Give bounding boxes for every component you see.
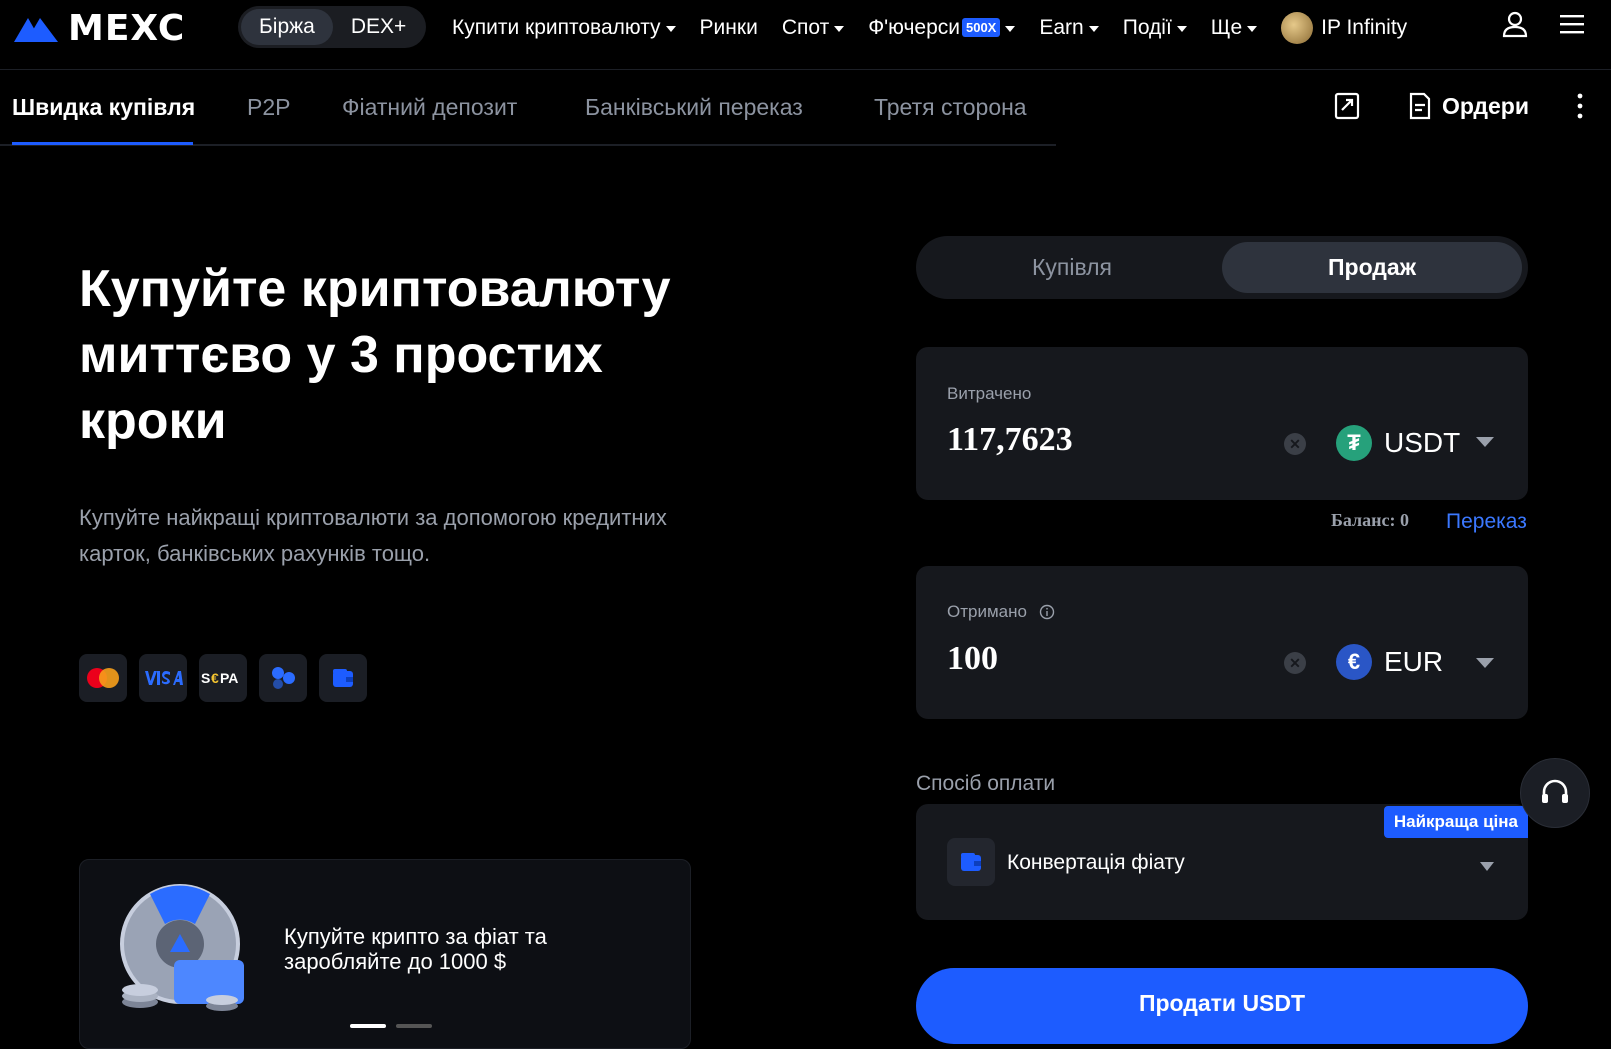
chevron-down-icon bbox=[665, 25, 676, 32]
svg-text:S: S bbox=[201, 670, 210, 686]
nav-ip-infinity[interactable]: IP Infinity bbox=[1281, 11, 1408, 44]
nav-markets[interactable]: Ринки bbox=[700, 16, 758, 40]
chevron-down-icon bbox=[1480, 862, 1494, 871]
received-card: Отримано 100 ✕ € EUR bbox=[916, 566, 1528, 719]
sell-tab[interactable]: Продаж bbox=[1222, 242, 1522, 293]
spent-card: Витрачено 117,7623 ✕ ₮ USDT bbox=[916, 347, 1528, 500]
received-label: Отримано bbox=[947, 602, 1027, 621]
carousel-dot[interactable] bbox=[396, 1024, 432, 1028]
carousel-dot[interactable] bbox=[350, 1024, 386, 1028]
page-title: Купуйте криптовалюту миттєво у 3 простих… bbox=[79, 260, 671, 450]
balance-text: Баланс: 0 bbox=[1331, 510, 1410, 530]
support-chat-button[interactable] bbox=[1520, 758, 1590, 828]
buy-tab[interactable]: Купівля bbox=[922, 242, 1222, 293]
chevron-down-icon bbox=[1005, 25, 1016, 32]
nav-earn-label: Earn bbox=[1039, 15, 1084, 39]
best-price-badge: Найкраща ціна bbox=[1383, 806, 1528, 838]
nav-more[interactable]: Ще bbox=[1210, 15, 1258, 40]
apple-pay-icon bbox=[259, 654, 307, 702]
spent-currency-label: USDT bbox=[1384, 427, 1461, 458]
received-currency-label: EUR bbox=[1384, 646, 1444, 677]
sell-usdt-button[interactable]: Продати USDT bbox=[916, 968, 1528, 1044]
ip-infinity-icon bbox=[1281, 11, 1314, 44]
more-options-icon[interactable] bbox=[1577, 92, 1583, 120]
subbar-actions: Ордери bbox=[1334, 92, 1583, 120]
received-currency-select[interactable]: € EUR bbox=[1336, 644, 1443, 680]
promo-text: Купуйте крипто за фіат та заробляйте до … bbox=[284, 924, 547, 974]
clear-spent-button[interactable]: ✕ bbox=[1284, 433, 1306, 455]
buy-method-tabs: Швидка купівля P2P Фіатний депозит Банкі… bbox=[0, 70, 1056, 146]
promo-banner[interactable]: Купуйте крипто за фіат та заробляйте до … bbox=[79, 859, 691, 1049]
received-label-row: Отримано bbox=[947, 602, 1055, 622]
nav-futures-label: Ф'ючерси bbox=[868, 15, 960, 39]
orders-label: Ордери bbox=[1442, 92, 1529, 119]
main-nav: Купити криптовалюту Ринки Спот Ф'ючерси 5… bbox=[452, 0, 1431, 55]
orders-icon bbox=[1409, 92, 1431, 120]
top-navigation-bar: MEXC Біржа DEX+ Купити криптовалюту Ринк… bbox=[0, 0, 1611, 70]
visa-icon bbox=[139, 654, 187, 702]
svg-text:€: € bbox=[211, 670, 219, 686]
orders-button[interactable]: Ордери bbox=[1408, 92, 1529, 120]
tab-bank-transfer[interactable]: Банківський переказ bbox=[585, 94, 803, 121]
info-icon[interactable] bbox=[1039, 604, 1055, 620]
nav-spot-label: Спот bbox=[781, 15, 830, 39]
mexc-logo-icon bbox=[14, 17, 58, 42]
exchange-option[interactable]: Біржа bbox=[241, 9, 333, 45]
active-tab-indicator bbox=[12, 142, 193, 145]
payment-method-value: Конвертація фіату bbox=[1007, 851, 1185, 874]
payment-methods-icons: S € PA bbox=[79, 654, 367, 702]
nav-ip-infinity-label: IP Infinity bbox=[1321, 15, 1408, 39]
chevron-down-icon[interactable] bbox=[1476, 437, 1494, 447]
exchange-dex-switcher: Біржа DEX+ bbox=[238, 6, 426, 48]
tab-third-party[interactable]: Третя сторона bbox=[874, 94, 1027, 121]
wallet-icon bbox=[319, 654, 367, 702]
usdt-icon: ₮ bbox=[1336, 425, 1372, 461]
transfer-link[interactable]: Переказ bbox=[1446, 510, 1527, 534]
nav-more-label: Ще bbox=[1210, 15, 1243, 39]
mastercard-icon bbox=[79, 654, 127, 702]
carousel-dots bbox=[350, 1024, 432, 1028]
received-amount-input[interactable]: 100 bbox=[947, 640, 998, 678]
headset-icon bbox=[1542, 779, 1568, 803]
nav-buy-crypto[interactable]: Купити криптовалюту bbox=[452, 16, 676, 40]
spent-amount-input[interactable]: 117,7623 bbox=[947, 421, 1073, 459]
menu-icon[interactable] bbox=[1559, 13, 1585, 35]
clear-received-button[interactable]: ✕ bbox=[1284, 652, 1306, 674]
sepa-icon: S € PA bbox=[199, 654, 247, 702]
tab-fiat-deposit[interactable]: Фіатний депозит bbox=[342, 94, 517, 121]
spent-currency-select[interactable]: ₮ USDT bbox=[1336, 425, 1460, 461]
euro-icon: € bbox=[1336, 644, 1372, 680]
nav-spot[interactable]: Спот bbox=[781, 15, 845, 40]
promo-wheel-icon bbox=[120, 884, 244, 1011]
chevron-down-icon bbox=[1088, 25, 1099, 32]
spent-label: Витрачено bbox=[947, 384, 1032, 403]
tab-p2p[interactable]: P2P bbox=[247, 94, 290, 121]
nav-events[interactable]: Події bbox=[1123, 16, 1187, 40]
top-right-actions bbox=[1501, 10, 1585, 38]
svg-text:PA: PA bbox=[220, 670, 238, 686]
futures-leverage-badge: 500X bbox=[961, 18, 1001, 37]
nav-buy-crypto-label: Купити криптовалюту bbox=[452, 15, 661, 39]
tutorial-icon[interactable] bbox=[1334, 92, 1360, 120]
mexc-logo[interactable]: MEXC bbox=[12, 8, 185, 49]
brand-name: MEXC bbox=[68, 8, 186, 49]
wallet-icon bbox=[947, 838, 995, 886]
chevron-down-icon bbox=[1247, 25, 1258, 32]
chevron-down-icon[interactable] bbox=[1476, 658, 1494, 668]
nav-markets-label: Ринки bbox=[699, 15, 758, 39]
tab-quick-buy[interactable]: Швидка купівля bbox=[12, 94, 195, 121]
nav-futures[interactable]: Ф'ючерси 500X bbox=[868, 15, 1016, 40]
chevron-down-icon bbox=[834, 25, 845, 32]
nav-events-label: Події bbox=[1122, 15, 1172, 39]
chevron-down-icon bbox=[1176, 25, 1187, 32]
buy-sell-toggle: Купівля Продаж bbox=[916, 236, 1528, 299]
page-subtitle: Купуйте найкращі криптовалюти за допомог… bbox=[79, 505, 667, 566]
dex-option[interactable]: DEX+ bbox=[333, 9, 424, 45]
nav-earn[interactable]: Earn bbox=[1039, 15, 1099, 40]
user-icon[interactable] bbox=[1501, 10, 1529, 38]
payment-method-label: Спосіб оплати bbox=[916, 772, 1056, 795]
payment-method-select[interactable]: Найкраща ціна Конвертація фіату bbox=[916, 804, 1528, 920]
